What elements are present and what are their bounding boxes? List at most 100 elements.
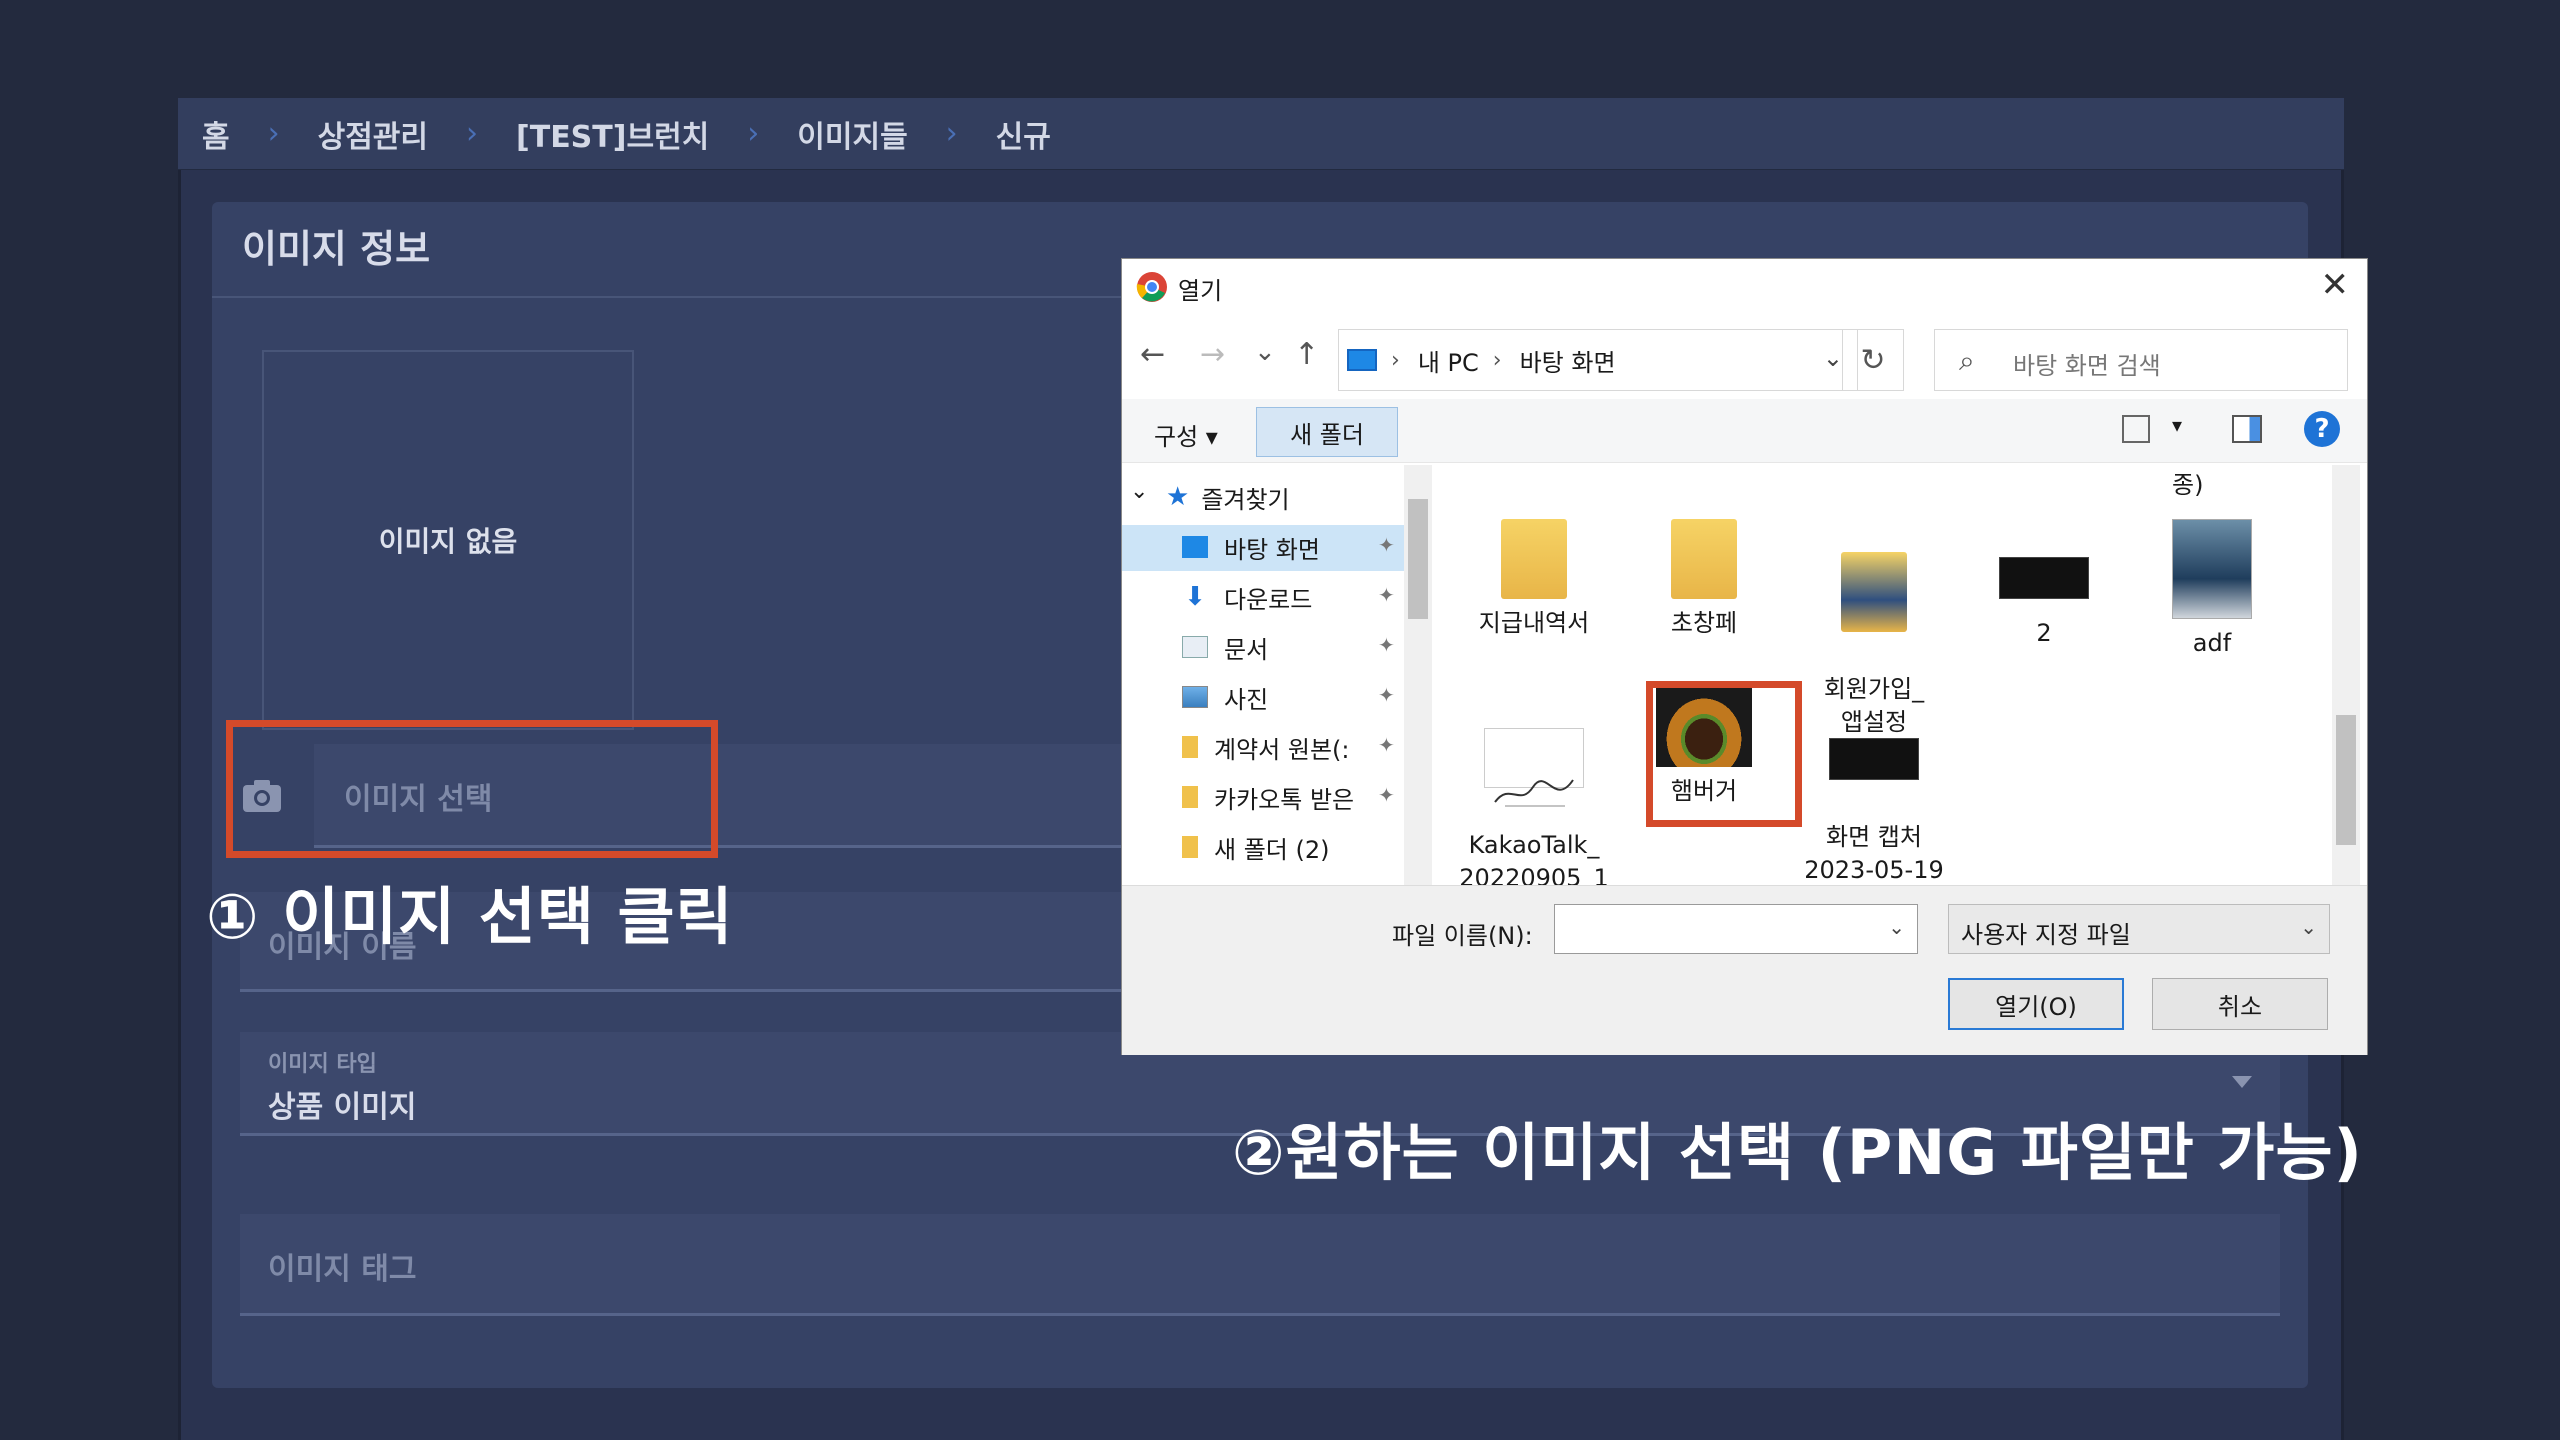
nav-item-desktop[interactable]: 바탕 화면 [1182,527,1320,567]
address-this-pc[interactable]: 내 PC [1418,343,1479,378]
image-type-label: 이미지 타입 [268,1052,377,1077]
breadcrumb-separator: › [945,116,958,151]
chevron-down-icon[interactable]: ⌄ [1823,344,1843,372]
folder-icon [1841,552,1907,632]
pictures-icon [1182,686,1208,708]
file-name: 지급내역서 [1478,609,1590,637]
close-icon[interactable]: ✕ [2321,265,2350,305]
star-icon: ★ [1166,482,1190,512]
folder-icon [1182,786,1198,808]
folder-icon [1501,519,1567,599]
nav-item-label: 계약서 원본(: [1214,735,1350,764]
file-label-cutoff: 종) [2172,471,2204,499]
nav-item-documents[interactable]: 문서 [1182,627,1268,667]
search-icon: ⌕ [1959,344,1975,377]
file-name: 초창페 [1670,609,1738,637]
image-thumbnail [1829,738,1919,780]
file-name: adf [2192,629,2232,657]
nav-item-label: 사진 [1224,685,1269,714]
nav-item-kakaotalk[interactable]: 카카오톡 받은 [1182,777,1354,817]
up-folder-icon[interactable]: ↑ [1294,337,1319,372]
breadcrumb-store[interactable]: [TEST]브런치 [516,112,709,156]
breadcrumb-separator: › [466,116,479,151]
breadcrumb-images[interactable]: 이미지들 [797,112,907,156]
image-tag-field[interactable]: 이미지 태그 [240,1214,2280,1316]
nav-item-pictures[interactable]: 사진 [1182,677,1268,717]
nav-item-label: 카카오톡 받은 [1214,785,1355,814]
dialog-toolbar: 구성 ▾ 새 폴더 ▾ ? [1122,399,2367,463]
desktop-icon [1182,536,1208,558]
filetype-select[interactable]: 사용자 지정 파일 ⌄ [1948,904,2330,954]
annotation-step-2: ②원하는 이미지 선택 (PNG 파일만 가능) [1232,1116,2363,1189]
download-icon: ⬇ [1184,582,1206,612]
refresh-button[interactable]: ↻ [1842,329,1904,391]
open-button[interactable]: 열기(O) [1948,978,2124,1030]
chevron-down-icon [2232,1076,2252,1088]
scrollbar-thumb[interactable] [1408,499,1428,619]
breadcrumb-home[interactable]: 홈 [202,112,230,156]
nav-quick-access[interactable]: ★ 즐겨찾기 [1166,477,1290,517]
nav-scrollbar[interactable] [1404,465,1432,885]
nav-item-contracts[interactable]: 계약서 원본(: [1182,727,1349,767]
image-type-value: 상품 이미지 [268,1090,417,1125]
pin-icon[interactable]: ✦ [1378,783,1395,807]
monitor-icon [1347,349,1377,371]
image-thumbnail [2172,519,2252,619]
file-item[interactable]: 초창페 [1624,519,1784,640]
new-folder-button[interactable]: 새 폴더 [1256,407,1398,457]
file-item[interactable]: 2 [1964,539,2124,650]
view-options-icon[interactable] [2122,415,2150,443]
file-item[interactable]: adf [2132,519,2292,660]
organize-menu[interactable]: 구성 ▾ [1154,417,1218,452]
filename-label: 파일 이름(N): [1392,922,1533,950]
image-preview: 이미지 없음 [262,350,634,730]
dialog-title: 열기 [1178,277,1223,305]
folder-icon [1182,836,1198,858]
nav-item-label: 바탕 화면 [1224,535,1320,564]
address-separator: › [1492,347,1502,373]
nav-quick-access-label: 즐겨찾기 [1201,485,1290,514]
preview-empty-text: 이미지 없음 [378,525,518,558]
chevron-down-icon: ⌄ [2300,915,2317,939]
chevron-down-icon[interactable]: ▾ [2172,413,2182,437]
forward-icon[interactable]: → [1200,337,1225,372]
help-icon[interactable]: ? [2304,411,2340,447]
preview-pane-icon[interactable] [2232,415,2262,443]
nav-item-label: 새 폴더 (2) [1214,835,1330,864]
file-name: 2 [2036,619,2052,647]
document-icon [1182,636,1208,658]
recent-locations-icon[interactable]: ⌄ [1254,337,1276,367]
address-bar[interactable]: › 내 PC › 바탕 화면 ⌄ [1338,329,1858,391]
cancel-button[interactable]: 취소 [2152,978,2328,1030]
filename-input[interactable]: ⌄ [1554,904,1918,954]
file-list-scrollbar[interactable] [2332,465,2360,885]
annotation-step-1: ① 이미지 선택 클릭 [206,880,734,953]
nav-item-new-folder-2[interactable]: 새 폴더 (2) [1182,827,1330,867]
pin-icon[interactable]: ✦ [1378,733,1395,757]
search-placeholder: 바탕 화면 검색 [2013,352,2161,380]
file-item[interactable]: 지급내역서 [1454,519,1614,640]
dialog-nav-bar: ← → ⌄ ↑ › 내 PC › 바탕 화면 ⌄ ↻ ⌕ 바탕 화면 검색 [1122,319,2367,393]
highlight-box-hamburger [1646,681,1802,827]
breadcrumb: 홈 › 상점관리 › [TEST]브런치 › 이미지들 › 신규 [178,98,2344,170]
nav-item-label: 다운로드 [1224,585,1313,614]
scrollbar-thumb[interactable] [2336,715,2356,845]
chrome-icon [1136,272,1167,302]
card-title: 이미지 정보 [242,227,431,271]
nav-item-downloads[interactable]: ⬇ 다운로드 [1182,577,1312,617]
search-input[interactable]: ⌕ 바탕 화면 검색 [1934,329,2348,391]
breadcrumb-store-management[interactable]: 상점관리 [318,112,428,156]
file-open-dialog: 열기 ✕ ← → ⌄ ↑ › 내 PC › 바탕 화면 ⌄ ↻ ⌕ 바탕 화면 … [1121,258,2368,1055]
pin-icon[interactable]: ✦ [1378,583,1395,607]
file-list: 종) 지급내역서 초창페 회원가입_ 앱설정 2 adf KakaoTalk_ … [1432,465,2332,925]
pin-icon[interactable]: ✦ [1378,683,1395,707]
chevron-down-icon[interactable]: ⌄ [1888,915,1905,939]
pin-icon[interactable]: ✦ [1378,533,1395,557]
folder-icon [1182,736,1198,758]
address-desktop[interactable]: 바탕 화면 [1520,343,1616,378]
dialog-bottom-bar: 파일 이름(N): ⌄ 사용자 지정 파일 ⌄ 열기(O) 취소 [1122,885,2367,1055]
nav-item-label: 문서 [1224,635,1269,664]
chevron-down-icon[interactable]: ⌄ [1130,479,1148,504]
pin-icon[interactable]: ✦ [1378,633,1395,657]
back-icon[interactable]: ← [1140,337,1165,372]
